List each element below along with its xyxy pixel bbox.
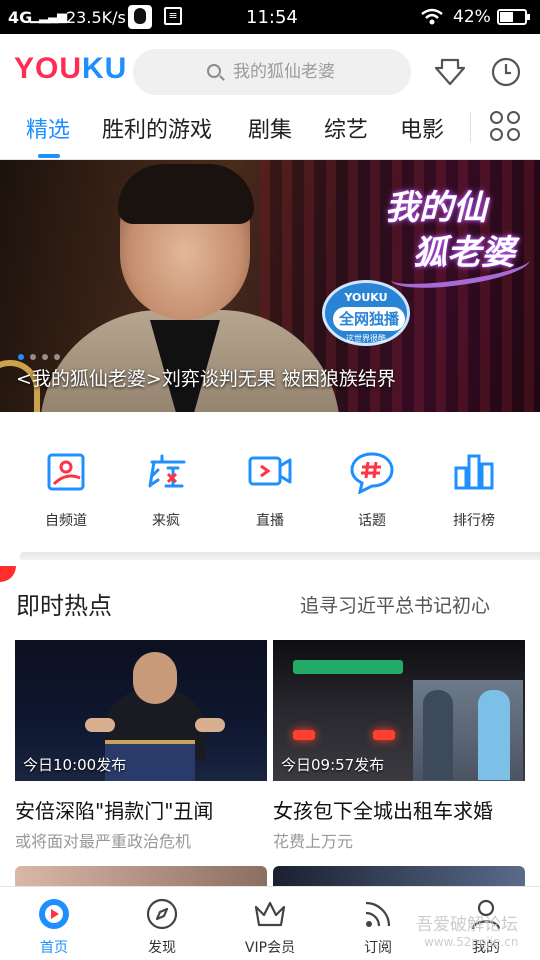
publish-time: 今日09:57发布 [281,756,385,774]
signal-indicator: 4G [8,8,33,27]
all-channels-icon[interactable] [490,111,522,143]
publish-time: 今日10:00发布 [23,756,127,774]
search-placeholder: 我的狐仙老婆 [233,62,335,82]
search-input[interactable]: 我的狐仙老婆 [133,49,411,95]
compass-icon [145,897,179,931]
download-icon[interactable] [434,56,466,88]
quick-link-label: 自频道 [45,513,87,529]
quick-link-label: 话题 [358,513,386,529]
badge-brand: YOUKU [344,291,388,304]
wifi-icon [420,8,444,30]
thumbnail-person [478,690,510,780]
tab-featured[interactable]: 精选 [26,112,70,144]
thumbnail-tail-light [373,730,395,740]
video-card-peek[interactable] [15,866,267,888]
watermark-url: www.52pojie.cn [424,935,519,949]
carousel-dot [54,354,60,360]
carousel-dot [42,354,48,360]
quick-link-live[interactable]: 直播 [230,450,310,530]
home-icon [37,897,71,931]
logo-text-ku: KU [82,52,128,85]
tab-movies[interactable]: 电影 [400,112,444,144]
show-title-line1: 我的仙 [385,188,487,228]
quick-link-label: 直播 [256,513,284,529]
badge-main: 全网独播 [333,307,405,331]
tab-series[interactable]: 剧集 [248,112,292,144]
thumbnail-figure-head [133,652,177,704]
battery-percent: 42% [453,7,491,27]
section-more-link[interactable]: 追寻习近平总书记初心 [300,591,490,618]
history-icon[interactable] [490,56,522,88]
carousel-dots [18,345,66,364]
rss-icon [361,897,395,931]
exclusive-badge: YOUKU 全网独播 这世界很酷 [322,280,410,346]
logo-text-you: YOU [14,52,83,85]
video-subtitle: 或将面对最严重政治危机 [15,832,192,851]
thumbnail-figure-arm [85,718,115,732]
section-title: 即时热点 [16,592,112,620]
quick-link-laifeng[interactable]: 来疯 [126,450,206,530]
tab-victory-game[interactable]: 胜利的游戏 [102,112,212,144]
quick-link-label: 来疯 [152,513,180,529]
nav-label: VIP会员 [244,940,296,956]
quick-link-self-channel[interactable]: 自频道 [26,450,106,530]
self-channel-icon [44,450,88,494]
qq-icon [128,5,152,29]
banner-caption[interactable]: <我的狐仙老婆>刘弈谈判无果 被困狼族结界 [16,364,396,391]
clock: 11:54 [246,7,298,28]
youku-logo[interactable]: YOUKU [14,52,127,86]
screenshot-icon: ≡ [164,7,182,25]
laifeng-icon [144,450,188,494]
video-title: 安倍深陷"捐款门"丑闻 [15,799,214,823]
crown-icon [253,897,287,931]
nav-label: 首页 [40,940,68,956]
topic-icon [350,450,394,495]
section-divider [20,552,540,560]
signal-bars-icon: ▁▂▃▅ [30,9,67,24]
nav-vip[interactable]: VIP会员 [230,897,310,957]
carousel-dot [18,354,24,360]
search-icon [207,64,221,78]
quick-link-label: 排行榜 [453,513,495,529]
ranking-icon [452,450,496,494]
channel-tabs: 精选 胜利的游戏 剧集 综艺 电影 [0,100,540,160]
thumbnail-person [423,690,453,780]
video-subtitle: 花费上万元 [273,832,354,851]
watermark-text: 吾爱破解论坛 [416,915,518,935]
badge-slogan: 这世界很酷 [346,334,386,343]
nav-discover[interactable]: 发现 [122,897,202,957]
nav-label: 发现 [148,940,176,956]
thumbnail-taxi-sign [293,660,403,674]
battery-icon [497,9,530,25]
nav-label: 订阅 [364,940,392,956]
video-card-peek[interactable] [273,866,525,888]
quick-link-topic[interactable]: 话题 [332,450,412,530]
network-speed: 23.5K/s [66,8,126,27]
video-thumbnail: 今日10:00发布 [15,640,267,781]
quick-link-ranking[interactable]: 排行榜 [434,450,514,530]
video-title: 女孩包下全城出租车求婚 [273,799,493,823]
video-card[interactable]: 今日09:57发布 女孩包下全城出租车求婚 花费上万元 [273,640,525,852]
live-icon [248,450,292,494]
thumbnail-figure-arm [195,718,225,732]
nav-subscribe[interactable]: 订阅 [338,897,418,957]
tab-variety[interactable]: 综艺 [324,112,368,144]
nav-home[interactable]: 首页 [14,897,94,957]
tab-divider [470,112,471,142]
thumbnail-tail-light [293,730,315,740]
video-thumbnail: 今日09:57发布 [273,640,525,781]
carousel-dot [30,354,36,360]
section-marker [0,566,16,582]
banner-person-hair [118,164,254,224]
status-bar: 4G ▁▂▃▅ 23.5K/s ≡ 11:54 42% [0,0,540,34]
active-tab-indicator [38,154,60,158]
video-card[interactable]: 今日10:00发布 安倍深陷"捐款门"丑闻 或将面对最严重政治危机 [15,640,267,852]
